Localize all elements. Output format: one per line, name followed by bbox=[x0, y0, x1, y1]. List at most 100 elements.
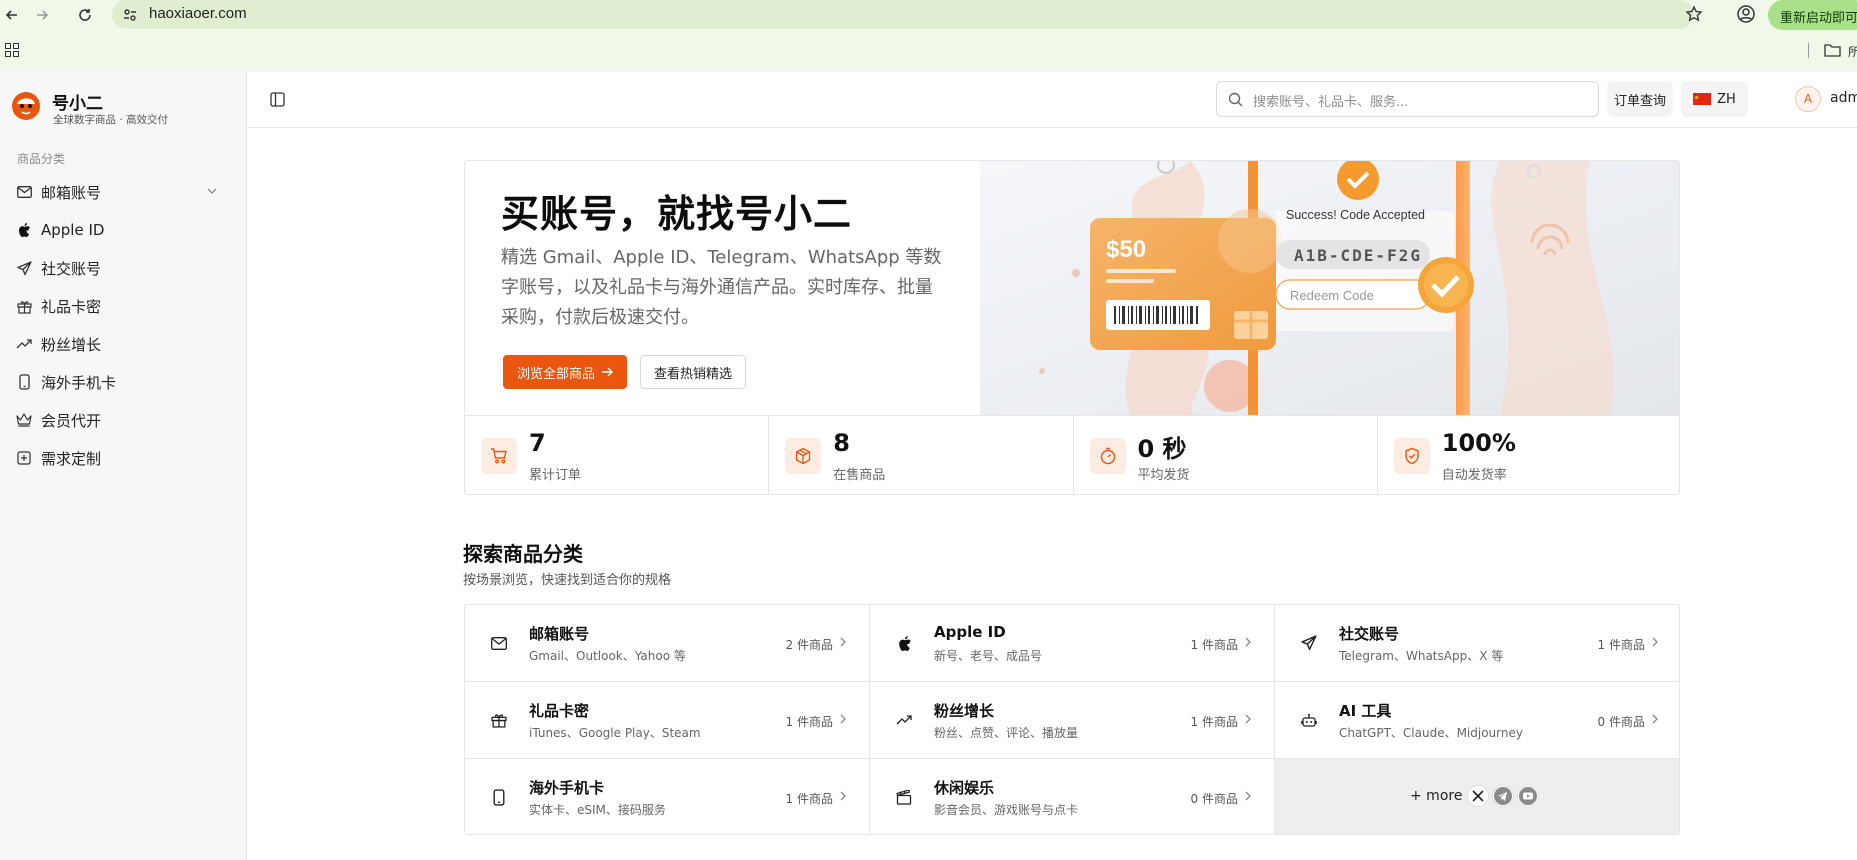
category-name: 休闲娱乐 bbox=[934, 779, 995, 797]
category-count: 2 件商品 bbox=[785, 638, 833, 652]
profile-icon[interactable] bbox=[1736, 4, 1756, 24]
chevron-right-icon bbox=[839, 636, 851, 650]
redeem-placeholder: Redeem Code bbox=[1290, 288, 1374, 303]
stat-value: 8 bbox=[833, 429, 850, 457]
back-icon[interactable] bbox=[0, 3, 24, 27]
send-icon bbox=[1299, 633, 1319, 653]
category-card-gift-card[interactable]: 礼品卡密 iTunes、Google Play、Steam 1 件商品 bbox=[465, 682, 870, 759]
category-name: 海外手机卡 bbox=[529, 779, 605, 797]
chevron-right-icon bbox=[1651, 713, 1663, 727]
telegram-icon[interactable] bbox=[1492, 785, 1514, 807]
sidebar-item-custom[interactable]: 需求定制 bbox=[15, 442, 240, 474]
sidebar-item-followers[interactable]: 粉丝增长 bbox=[15, 328, 240, 360]
category-desc: 影音会员、游戏账号与点卡 bbox=[934, 803, 1079, 817]
sidebar-item-membership[interactable]: 会员代开 bbox=[15, 404, 240, 436]
category-grid: 邮箱账号 Gmail、Outlook、Yahoo 等 2 件商品 Apple I… bbox=[464, 604, 1680, 835]
chevron-right-icon bbox=[839, 790, 851, 804]
stat-label: 平均发货 bbox=[1137, 468, 1190, 483]
sidebar-item-label: 需求定制 bbox=[41, 449, 102, 468]
category-card-followers[interactable]: 粉丝增长 粉丝、点赞、评论、播放量 1 件商品 bbox=[870, 682, 1275, 759]
box-icon bbox=[785, 438, 822, 474]
categories-subtitle: 按场景浏览，快速找到适合你的规格 bbox=[463, 573, 672, 588]
stat-auto-delivery: 100% 自动发货率 bbox=[1378, 416, 1679, 494]
bookmark-star-icon[interactable] bbox=[1685, 5, 1703, 23]
sidebar-toggle-icon[interactable] bbox=[270, 92, 285, 107]
apps-grid-icon[interactable] bbox=[5, 43, 19, 57]
redeem-code: A1B-CDE-F2G bbox=[1294, 246, 1422, 265]
category-count: 1 件商品 bbox=[785, 715, 833, 729]
folder-icon[interactable] bbox=[1824, 43, 1841, 57]
restart-button[interactable]: 重新启动即可更 bbox=[1768, 0, 1857, 30]
stat-label: 在售商品 bbox=[833, 468, 886, 483]
sidebar-item-label: Apple ID bbox=[41, 221, 105, 239]
order-lookup-button[interactable]: 订单查询 bbox=[1607, 81, 1673, 117]
hero-description: 精选 Gmail、Apple ID、Telegram、WhatsApp 等数字账… bbox=[501, 247, 942, 328]
category-card-entertainment[interactable]: 休闲娱乐 影音会员、游戏账号与点卡 0 件商品 bbox=[870, 759, 1275, 834]
stat-value: 7 bbox=[529, 429, 546, 457]
sidebar-item-label: 社交账号 bbox=[41, 259, 102, 278]
category-desc: Telegram、WhatsApp、X 等 bbox=[1339, 649, 1504, 663]
address-bar[interactable] bbox=[112, 0, 1703, 29]
gift-icon bbox=[489, 710, 509, 730]
brand-name[interactable]: 号小二 bbox=[52, 89, 103, 114]
url-text[interactable]: haoxiaoer.com bbox=[149, 5, 247, 22]
category-count: 0 件商品 bbox=[1597, 715, 1645, 729]
category-card-ai-tools[interactable]: AI 工具 ChatGPT、Claude、Midjourney 0 件商品 bbox=[1275, 682, 1679, 759]
sidebar-item-email[interactable]: 邮箱账号 bbox=[15, 176, 240, 208]
category-desc: ChatGPT、Claude、Midjourney bbox=[1339, 726, 1523, 740]
chevron-right-icon bbox=[1244, 713, 1256, 727]
mail-icon bbox=[489, 633, 509, 653]
sidebar-item-label: 会员代开 bbox=[41, 411, 102, 430]
gift-icon bbox=[15, 297, 33, 315]
category-card-sim[interactable]: 海外手机卡 实体卡、eSIM、接码服务 1 件商品 bbox=[465, 759, 870, 834]
category-name: 粉丝增长 bbox=[934, 702, 995, 720]
phone-icon bbox=[15, 373, 33, 391]
forward-icon[interactable] bbox=[30, 3, 54, 27]
search-icon bbox=[1228, 92, 1243, 107]
category-desc: Gmail、Outlook、Yahoo 等 bbox=[529, 649, 686, 663]
category-name: 社交账号 bbox=[1339, 625, 1400, 643]
language-button[interactable]: ZH bbox=[1681, 81, 1748, 117]
trending-icon bbox=[894, 710, 914, 730]
hero-illustration: $50 Success! Code Accepted A1B-CDE-F2G R… bbox=[980, 161, 1679, 415]
success-text: Success! Code Accepted bbox=[1286, 208, 1425, 222]
avatar[interactable]: A bbox=[1795, 86, 1821, 112]
reload-icon[interactable] bbox=[73, 3, 97, 27]
category-count: 1 件商品 bbox=[1597, 638, 1645, 652]
brand-logo[interactable] bbox=[11, 91, 41, 121]
x-logo-icon[interactable] bbox=[1467, 785, 1489, 807]
mail-icon bbox=[15, 183, 33, 201]
brand-tagline: 全球数字商品 · 高效交付 bbox=[53, 114, 169, 126]
stat-label: 自动发货率 bbox=[1441, 468, 1507, 483]
sidebar-item-sim[interactable]: 海外手机卡 bbox=[15, 366, 240, 398]
category-count: 0 件商品 bbox=[1190, 792, 1238, 806]
category-name: Apple ID bbox=[934, 623, 1006, 641]
youtube-icon[interactable] bbox=[1517, 785, 1539, 807]
apple-icon bbox=[15, 221, 33, 239]
sidebar-item-apple-id[interactable]: Apple ID bbox=[15, 214, 240, 246]
site-info-icon[interactable] bbox=[122, 7, 138, 23]
chevron-down-icon[interactable] bbox=[207, 187, 217, 195]
category-desc: 实体卡、eSIM、接码服务 bbox=[529, 803, 666, 817]
browse-all-button[interactable]: 浏览全部商品 bbox=[503, 355, 627, 389]
category-count: 1 件商品 bbox=[785, 792, 833, 806]
language-label: ZH bbox=[1717, 91, 1736, 107]
category-card-social[interactable]: 社交账号 Telegram、WhatsApp、X 等 1 件商品 bbox=[1275, 605, 1679, 682]
shield-check-icon bbox=[1393, 438, 1430, 474]
sidebar-item-social[interactable]: 社交账号 bbox=[15, 252, 240, 284]
category-card-apple-id[interactable]: Apple ID 新号、老号、成品号 1 件商品 bbox=[870, 605, 1275, 682]
sidebar-item-gift-card[interactable]: 礼品卡密 bbox=[15, 290, 240, 322]
top-header: 搜索账号、礼品卡、服务... 订单查询 ZH A adm bbox=[248, 72, 1857, 128]
bot-icon bbox=[1299, 710, 1319, 730]
search-input[interactable]: 搜索账号、礼品卡、服务... bbox=[1216, 81, 1599, 117]
sidebar: 号小二 全球数字商品 · 高效交付 商品分类 邮箱账号 Apple ID 社交账… bbox=[0, 72, 247, 860]
stat-products: 8 在售商品 bbox=[769, 416, 1074, 494]
category-card-email[interactable]: 邮箱账号 Gmail、Outlook、Yahoo 等 2 件商品 bbox=[465, 605, 870, 682]
trending-icon bbox=[15, 335, 33, 353]
username[interactable]: adm bbox=[1830, 90, 1857, 106]
sidebar-item-label: 海外手机卡 bbox=[41, 373, 117, 392]
hot-picks-button[interactable]: 查看热销精选 bbox=[640, 355, 746, 389]
chevron-right-icon bbox=[1244, 790, 1256, 804]
more-categories-card[interactable]: + more bbox=[1275, 759, 1679, 834]
bookmark-folder-label[interactable]: 所 bbox=[1848, 43, 1857, 60]
